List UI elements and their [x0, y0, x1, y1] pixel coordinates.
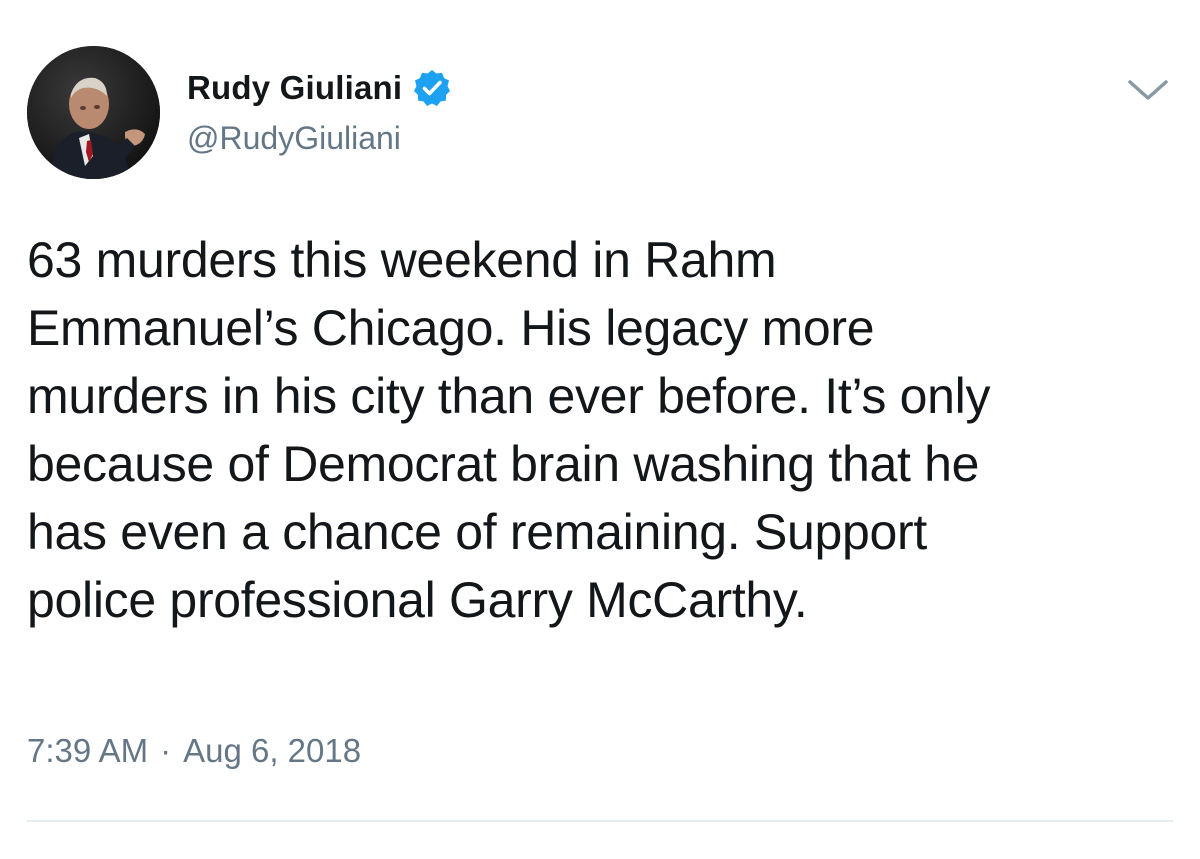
tweet-date: Aug 6, 2018 [183, 732, 362, 769]
avatar[interactable] [27, 46, 160, 179]
tweet-card: Rudy Giuliani @RudyGiuliani 63 murders t… [0, 0, 1200, 859]
timestamp-separator: · [160, 732, 172, 769]
author-name-row: Rudy Giuliani [187, 66, 452, 110]
divider [27, 820, 1173, 822]
verified-badge-icon [412, 68, 452, 108]
tweet-text: 63 murders this weekend in Rahm Emmanuel… [27, 232, 991, 628]
profile-photo-icon [27, 46, 160, 179]
chevron-down-icon [1128, 80, 1168, 100]
tweet-time: 7:39 AM [27, 732, 149, 769]
author-handle[interactable]: @RudyGiuliani [187, 120, 401, 157]
display-name[interactable]: Rudy Giuliani [187, 69, 402, 107]
tweet-timestamp[interactable]: 7:39 AM · Aug 6, 2018 [27, 732, 361, 770]
tweet-menu-button[interactable] [1124, 70, 1172, 110]
